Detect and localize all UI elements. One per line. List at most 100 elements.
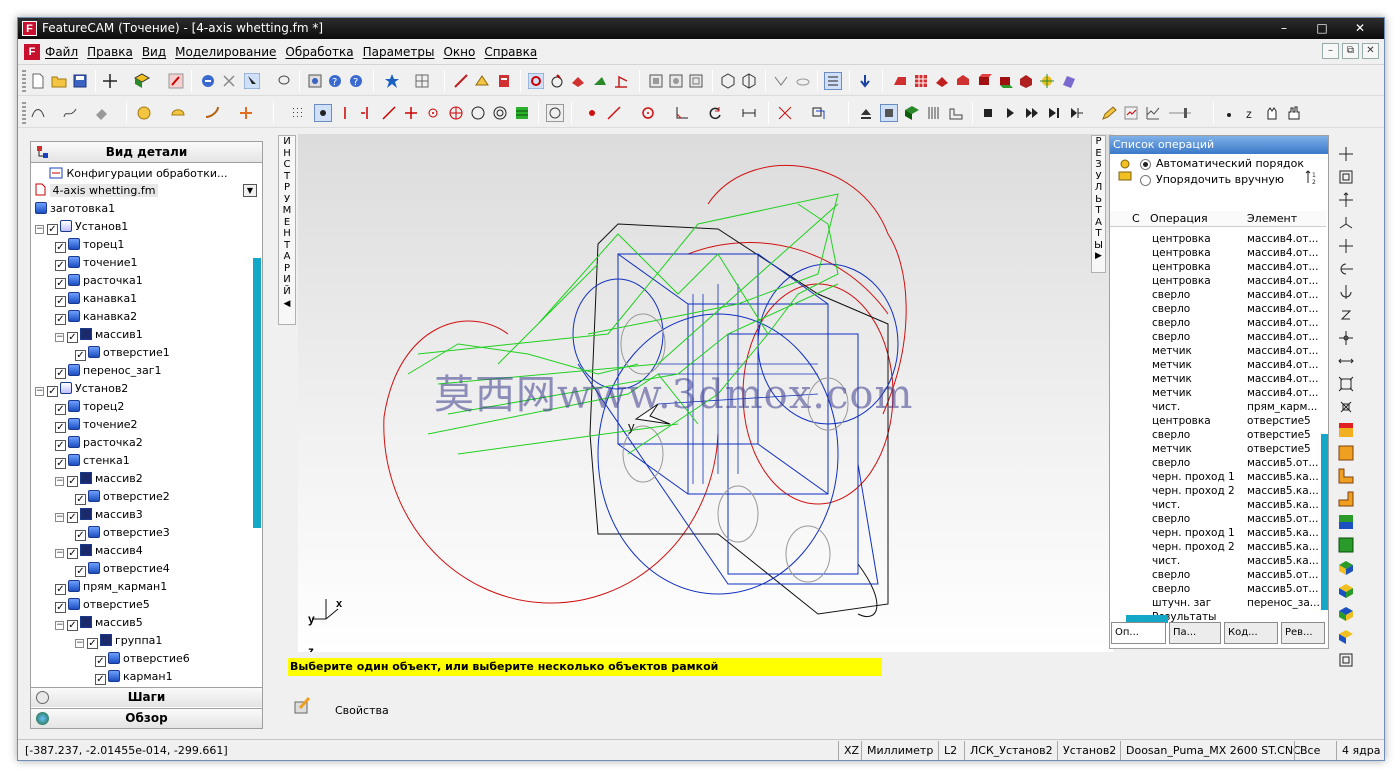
- part-view-icon[interactable]: [904, 105, 920, 121]
- operation-row[interactable]: центровка отверстие5: [1110, 414, 1320, 428]
- save-icon[interactable]: [72, 73, 88, 89]
- tree-item[interactable]: − ✓ массив2: [55, 470, 143, 487]
- view-front-icon[interactable]: [668, 73, 684, 89]
- iso-cube-2-icon[interactable]: [1338, 583, 1354, 599]
- column-operation[interactable]: Операция: [1150, 211, 1208, 227]
- simulation-icon[interactable]: [528, 73, 544, 89]
- operation-row[interactable]: чист. массив5.ка...: [1110, 554, 1320, 568]
- tree-item[interactable]: − ✓ Установ1: [35, 218, 128, 235]
- visibility-checkbox[interactable]: ✓: [47, 386, 58, 397]
- circle-quadrant-snap-icon[interactable]: [448, 105, 464, 121]
- tree-item[interactable]: ✓ отверстие3: [75, 524, 170, 541]
- tree-item[interactable]: ✓ точение1: [55, 254, 138, 271]
- lasso-icon[interactable]: [276, 73, 292, 89]
- orange-stock-icon[interactable]: [1338, 445, 1354, 461]
- visibility-checkbox[interactable]: ✓: [55, 368, 66, 379]
- menu-item-7[interactable]: Справка: [484, 45, 537, 59]
- visibility-checkbox[interactable]: ✓: [67, 332, 78, 343]
- visibility-checkbox[interactable]: ✓: [55, 260, 66, 271]
- visibility-checkbox[interactable]: ✓: [55, 584, 66, 595]
- play-icon[interactable]: [1002, 105, 1018, 121]
- tree-item[interactable]: − ✓ массив1: [55, 326, 143, 343]
- spline-icon[interactable]: [62, 105, 78, 121]
- layer-manager-icon[interactable]: [824, 72, 842, 90]
- tree-item[interactable]: ✓ точение2: [55, 416, 138, 433]
- chamfer-icon[interactable]: [674, 105, 690, 121]
- operations-scrollbar[interactable]: [1321, 434, 1328, 610]
- tree-item[interactable]: ✓ канавка2: [55, 308, 137, 325]
- visibility-checkbox[interactable]: ✓: [95, 656, 106, 667]
- operation-row[interactable]: штучн. заг перенос_за...: [1110, 596, 1320, 610]
- part-view-header[interactable]: Вид детали: [31, 142, 262, 163]
- tab-operations[interactable]: Оп...: [1111, 622, 1166, 644]
- color-icon[interactable]: [168, 73, 184, 89]
- tree-item[interactable]: ✓ прям_карман1: [55, 578, 167, 595]
- pencil-icon[interactable]: [1101, 105, 1117, 121]
- point-red-icon[interactable]: [584, 105, 600, 121]
- expand-toggle-icon[interactable]: −: [35, 387, 44, 396]
- frame-2-icon[interactable]: [1338, 652, 1354, 668]
- tree-item[interactable]: ✓ канавка1: [55, 290, 137, 307]
- grid-snap-icon[interactable]: [414, 73, 430, 89]
- dropdown-arrow-icon[interactable]: ▼: [243, 184, 257, 197]
- step-icon[interactable]: [613, 73, 629, 89]
- visibility-checkbox[interactable]: ✓: [67, 476, 78, 487]
- results-vertical-tab[interactable]: РЕЗУЛЬТАТЫ ▶: [1091, 135, 1106, 273]
- manual-order-radio[interactable]: [1140, 175, 1151, 186]
- visibility-checkbox[interactable]: ✓: [55, 296, 66, 307]
- snap-mode-icon[interactable]: [546, 104, 564, 122]
- status-setup[interactable]: Установ2: [1057, 741, 1116, 760]
- menu-item-5[interactable]: Параметры: [363, 45, 435, 59]
- close-button[interactable]: ✕: [1346, 18, 1374, 39]
- tool-view-icon[interactable]: [926, 105, 942, 121]
- operation-row[interactable]: чист. прям_карм...: [1110, 400, 1320, 414]
- perpendicular-snap-icon[interactable]: [359, 105, 375, 121]
- mdi-restore-button[interactable]: ⧉: [1342, 43, 1359, 59]
- visibility-checkbox[interactable]: ✓: [75, 566, 86, 577]
- expand-toggle-icon[interactable]: −: [55, 477, 64, 486]
- rotate-x-icon[interactable]: [1338, 261, 1354, 277]
- auto-order-label[interactable]: Автоматический порядок: [1156, 157, 1304, 170]
- document-icon[interactable]: F: [24, 44, 40, 60]
- visibility-checkbox[interactable]: ✓: [47, 224, 58, 235]
- visibility-checkbox[interactable]: ✓: [75, 350, 86, 361]
- step-forward-icon[interactable]: [1046, 105, 1062, 121]
- visibility-checkbox[interactable]: ✓: [75, 530, 86, 541]
- operation-row[interactable]: черн. проход 2 массив5.ка...: [1110, 540, 1320, 554]
- operation-row[interactable]: сверло массив5.от...: [1110, 512, 1320, 526]
- circle-red-icon[interactable]: [640, 105, 656, 121]
- step-shape-icon[interactable]: [1338, 468, 1354, 484]
- cross-axis-icon[interactable]: [1338, 238, 1354, 254]
- operation-row[interactable]: центровка массив4.от...: [1110, 274, 1320, 288]
- arc-yellow-icon[interactable]: [170, 105, 186, 121]
- collapse-left-icon[interactable]: ◀: [279, 299, 295, 311]
- expand-toggle-icon[interactable]: −: [75, 639, 84, 648]
- toolbox-vertical-tab[interactable]: ИНСТРУМЕНТАРИЙ ◀: [278, 135, 296, 325]
- dot-grid-icon[interactable]: [290, 105, 306, 121]
- step-shape-2-icon[interactable]: [1338, 491, 1354, 507]
- results-icon[interactable]: [1123, 105, 1139, 121]
- column-c[interactable]: С: [1132, 211, 1140, 227]
- print-preview-icon[interactable]: [307, 73, 323, 89]
- toolbar-grip[interactable]: [22, 70, 26, 92]
- expand-toggle-icon[interactable]: −: [55, 513, 64, 522]
- toolbar-grip[interactable]: [22, 102, 26, 124]
- tab-parameters[interactable]: Па...: [1169, 622, 1221, 644]
- move-axis-icon[interactable]: [1338, 146, 1354, 162]
- status-level[interactable]: L2: [938, 741, 957, 760]
- view-top-icon[interactable]: [648, 73, 664, 89]
- stop-icon[interactable]: [980, 105, 996, 121]
- feature-red-icon[interactable]: [955, 73, 971, 89]
- tree-item[interactable]: ✓ торец1: [55, 236, 124, 253]
- visibility-checkbox[interactable]: ✓: [95, 674, 106, 685]
- stock-red-icon[interactable]: [934, 73, 950, 89]
- maximize-button[interactable]: □: [1308, 18, 1336, 39]
- stock-color-icon[interactable]: [1338, 422, 1354, 438]
- menu-item-6[interactable]: Окно: [443, 45, 475, 59]
- tree-item[interactable]: ✓ расточка1: [55, 272, 143, 289]
- expand-toggle-icon[interactable]: −: [55, 621, 64, 630]
- operation-row[interactable]: сверло массив4.от...: [1110, 316, 1320, 330]
- isometric-view-icon[interactable]: [720, 73, 736, 89]
- tree-item[interactable]: ✓ торец2: [55, 398, 124, 415]
- zoom-fit-icon[interactable]: [1338, 399, 1354, 415]
